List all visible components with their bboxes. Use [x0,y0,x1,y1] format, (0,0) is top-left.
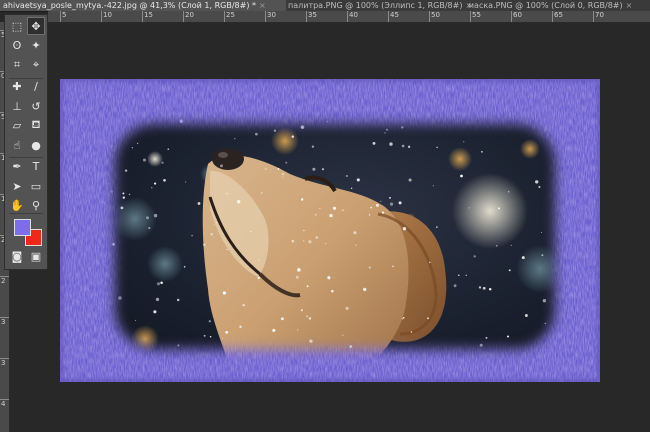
ruler-tick [552,11,553,22]
tab-close-icon[interactable]: × [626,1,633,10]
move-icon[interactable]: ✥ [27,17,45,35]
paint-bucket-icon[interactable]: ⛾ [27,117,45,135]
ruler-label: 25 [226,11,235,19]
lasso-icon[interactable]: ʘ [8,37,26,55]
ruler-tick [388,11,389,22]
magic-wand-icon[interactable]: ✦ [27,37,45,55]
ruler-label: 70 [595,11,604,19]
ruler-label: 3 [1,318,6,326]
eraser-icon[interactable]: ▱ [8,117,26,135]
ruler-tick [0,317,9,318]
ruler-tick [306,11,307,22]
ruler-tick [429,11,430,22]
document-canvas[interactable] [60,79,600,382]
history-brush-icon[interactable]: ↺ [27,97,45,115]
tab-document-palette[interactable]: палитра.PNG @ 100% (Эллипс 1, RGB/8#) × [285,0,472,11]
ruler-label: 60 [513,11,522,19]
ruler-tick [511,11,512,22]
ruler-tick [0,358,9,359]
eyedropper-icon[interactable]: ⌖ [27,56,45,74]
ruler-label: 50 [431,11,440,19]
screen-mode-icon[interactable]: ▣ [27,247,45,265]
ruler-label: 45 [390,11,399,19]
ruler-tick [101,11,102,22]
ruler-label: 40 [349,11,358,19]
path-selection-icon[interactable]: ➤ [8,177,26,195]
rectangle-shape-icon[interactable]: ▭ [27,177,45,195]
ruler-label: 3 [1,359,6,367]
tab-document-main[interactable]: ahivaetsya_posle_mytya.-422.jpg @ 41,3% … [0,0,286,11]
crop-icon[interactable]: ⌗ [8,56,26,74]
tab-label: маска.PNG @ 100% (Слой 0, RGB/8#) [468,1,623,10]
smudge-icon[interactable]: ☝ [8,136,26,154]
ruler-tick [183,11,184,22]
dog-photo-image [60,79,600,382]
ruler-label: 10 [103,11,112,19]
tab-close-icon[interactable]: × [259,1,266,10]
ruler-tick [470,11,471,22]
horizontal-ruler[interactable]: 5 10 15 20 25 30 35 40 45 50 55 60 65 70 [48,11,650,23]
type-icon[interactable]: T [27,158,45,176]
ruler-tick [224,11,225,22]
ruler-tick [593,11,594,22]
zoom-icon[interactable]: ⚲ [27,197,45,215]
foreground-color-swatch[interactable] [14,219,31,236]
tab-label: палитра.PNG @ 100% (Эллипс 1, RGB/8#) [288,1,463,10]
ruler-label: 5 [62,11,67,19]
ruler-label: 15 [144,11,153,19]
ruler-tick [265,11,266,22]
clone-stamp-icon[interactable]: ⊥ [8,97,26,115]
ruler-label: 2 [1,277,6,285]
brush-icon[interactable]: / [27,78,45,96]
pen-icon[interactable]: ✒ [8,158,26,176]
ruler-label: 30 [267,11,276,19]
healing-brush-icon[interactable]: ✚ [8,78,26,96]
ruler-label: 55 [472,11,481,19]
ruler-label: 20 [185,11,194,19]
ruler-label: 35 [308,11,317,19]
ruler-tick [142,11,143,22]
tab-label: ahivaetsya_posle_mytya.-422.jpg @ 41,3% … [3,1,256,10]
dodge-icon[interactable]: ● [27,136,45,154]
ruler-tick [0,399,9,400]
ruler-tick [60,11,61,22]
ruler-label: 65 [554,11,563,19]
ruler-label: 4 [1,400,6,408]
tools-panel: ⬚ ✥ ʘ ✦ ⌗ ⌖ ✚ / ⊥ ↺ ▱ ⛾ ☝ ● ✒ T ➤ ▭ ✋ ⚲ ◙ ▣ [4,14,48,270]
quick-mask-icon[interactable]: ◙ [8,247,26,265]
rectangular-marquee-icon[interactable]: ⬚ [8,17,26,35]
ruler-tick [347,11,348,22]
hand-icon[interactable]: ✋ [8,197,26,215]
tab-document-mask[interactable]: маска.PNG @ 100% (Слой 0, RGB/8#) × [465,0,650,11]
ruler-tick [0,276,9,277]
